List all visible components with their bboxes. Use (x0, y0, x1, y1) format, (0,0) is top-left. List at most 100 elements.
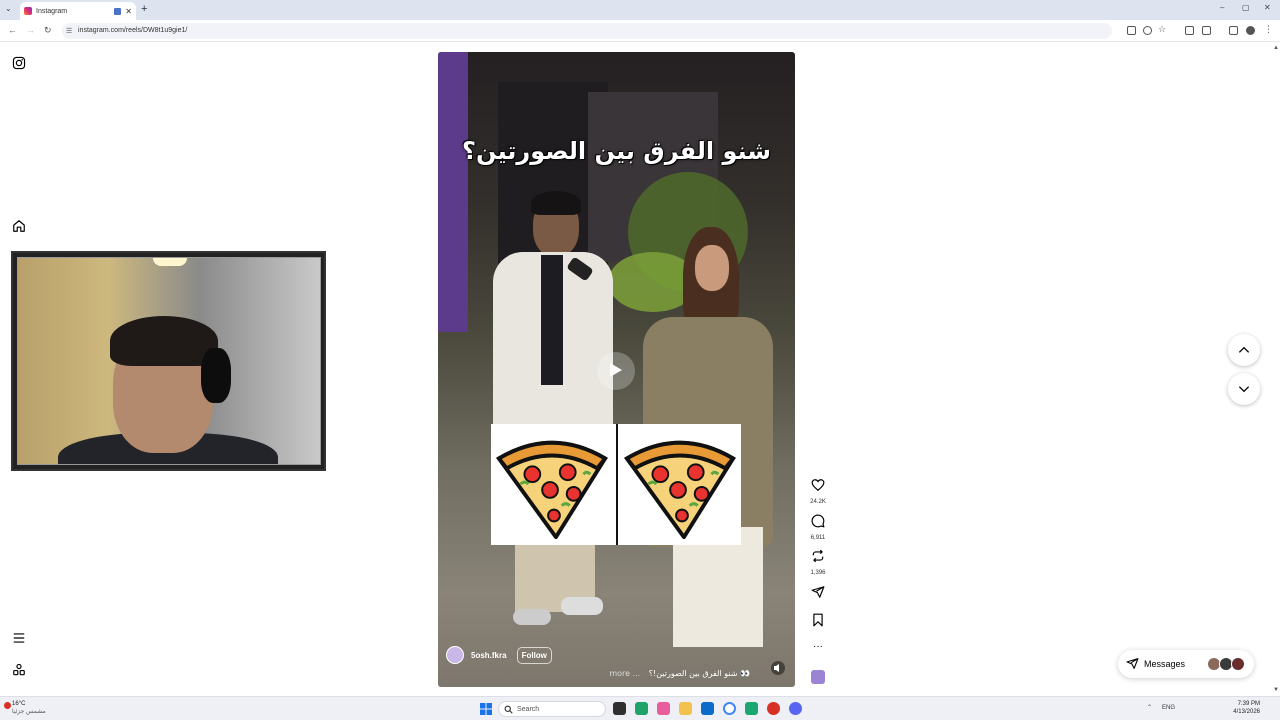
weather-desc: مشمس جزئيا (12, 709, 46, 715)
reel-video[interactable]: شنو الفرق بين الصورتين؟ 5osh.fkra Follow… (438, 52, 795, 687)
next-reel-button[interactable] (1228, 373, 1260, 405)
store-icon[interactable] (701, 702, 714, 715)
pizza-divider (616, 424, 618, 545)
install-app-icon[interactable] (1127, 26, 1136, 35)
mute-button[interactable] (771, 661, 785, 675)
play-button[interactable] (597, 352, 635, 390)
webcam-overlay (11, 251, 326, 471)
tab-search-button[interactable]: ⌄ (5, 4, 12, 13)
search-icon (504, 705, 513, 714)
messages-label: Messages (1144, 659, 1186, 669)
share-action[interactable] (809, 585, 827, 604)
extension-icon[interactable] (1185, 26, 1194, 35)
new-tab-button[interactable]: + (141, 3, 147, 15)
message-avatar (1231, 657, 1245, 671)
chrome-icon[interactable] (723, 702, 736, 715)
windows-start-icon[interactable] (480, 703, 492, 715)
man-figure (493, 191, 613, 627)
browser-tab-bar: ⌄ Instagram ✕ + – ▢ ✕ (0, 0, 1280, 20)
app-icon[interactable] (635, 702, 648, 715)
taskbar: 16°C مشمس جزئيا Search ⌃ ENG 7:39 PM 4/1… (0, 696, 1280, 720)
clock-date: 4/13/2026 (1233, 709, 1260, 715)
messages-icon (1126, 658, 1139, 669)
system-tray[interactable]: ⌃ ENG (1147, 704, 1175, 711)
url-text: instagram.com/reels/DW8t1u9gie1/ (78, 27, 188, 34)
language-indicator[interactable]: ENG (1162, 705, 1175, 711)
like-count: 24.2K (810, 499, 826, 505)
extensions-icon[interactable] (1202, 26, 1211, 35)
reel-author: 5osh.fkra Follow (446, 645, 552, 665)
forward-button[interactable]: → (26, 25, 35, 35)
app-icon[interactable] (745, 702, 758, 715)
grid-icon[interactable] (12, 663, 26, 677)
scrollbar-down-arrow[interactable]: ▼ (1273, 687, 1279, 693)
minimize-button[interactable]: – (1220, 3, 1224, 12)
chevron-down-icon (1238, 386, 1250, 393)
tab-close-button[interactable]: ✕ (125, 7, 132, 16)
tray-overflow-icon[interactable]: ⌃ (1147, 705, 1152, 711)
menu-icon[interactable] (12, 631, 26, 645)
profile-avatar[interactable] (1246, 26, 1255, 35)
weather-temp: 16°C (12, 701, 26, 707)
tab-instagram[interactable]: Instagram ✕ (20, 2, 136, 20)
app-icon[interactable] (657, 702, 670, 715)
comment-icon[interactable] (811, 514, 825, 528)
bookmark-icon[interactable] (811, 613, 825, 627)
reel-caption[interactable]: more ... شنو الفرق بين الصورتين!؟ 👀 (609, 669, 750, 678)
tab-title: Instagram (36, 7, 68, 15)
headphones (201, 348, 231, 403)
author-avatar[interactable] (446, 646, 464, 664)
chevron-up-icon (1238, 346, 1250, 353)
address-bar-row: ← → ↻ ☰ instagram.com/reels/DW8t1u9gie1/… (0, 20, 1280, 42)
comment-count: 6,911 (810, 535, 826, 541)
close-window-button[interactable]: ✕ (1264, 3, 1271, 12)
purple-light (438, 52, 468, 332)
author-name[interactable]: 5osh.fkra (471, 651, 507, 660)
ceiling-light (153, 258, 187, 266)
reload-button[interactable]: ↻ (44, 25, 52, 36)
scrollbar-up-arrow[interactable]: ▲ (1273, 45, 1279, 51)
instagram-icon[interactable] (12, 56, 26, 70)
caption-more-link[interactable]: more ... (609, 669, 640, 678)
repost-count: 1,396 (810, 570, 826, 576)
bookmark-star-icon[interactable]: ☆ (1158, 24, 1166, 35)
browser-menu-icon[interactable]: ⋮ (1264, 24, 1273, 35)
repost-icon[interactable] (811, 549, 825, 563)
maximize-button[interactable]: ▢ (1242, 3, 1250, 12)
more-icon[interactable]: ··· (809, 641, 827, 652)
url-input[interactable]: ☰ instagram.com/reels/DW8t1u9gie1/ (62, 23, 1112, 39)
prev-reel-button[interactable] (1228, 334, 1260, 366)
clock[interactable]: 7:39 PM 4/13/2026 (1228, 700, 1260, 716)
discord-icon[interactable] (789, 702, 802, 715)
caption-text: شنو الفرق بين الصورتين!؟ 👀 (648, 669, 750, 678)
tab-audio-icon[interactable] (114, 7, 122, 15)
search-placeholder: Search (517, 706, 540, 713)
weather-icon[interactable] (4, 702, 11, 709)
pizza-left (495, 440, 609, 540)
pizza-comparison-panel (491, 424, 741, 545)
home-icon[interactable] (12, 219, 26, 233)
follow-button[interactable]: Follow (516, 646, 552, 664)
reel-title: شنو الفرق بين الصورتين؟ (462, 137, 771, 165)
weather-widget[interactable]: 16°C مشمس جزئيا (12, 700, 46, 716)
taskbar-search[interactable]: Search (498, 701, 606, 717)
save-action[interactable] (809, 613, 827, 632)
app-icon[interactable] (767, 702, 780, 715)
clock-time: 7:39 PM (1237, 701, 1260, 707)
messages-button[interactable]: Messages (1118, 650, 1254, 678)
zoom-icon[interactable] (1143, 26, 1152, 35)
task-view-icon[interactable] (613, 702, 626, 715)
repost-action[interactable]: 1,396 (809, 549, 827, 576)
like-action[interactable]: 24.2K (809, 478, 827, 505)
audio-thumbnail[interactable] (811, 670, 825, 684)
file-explorer-icon[interactable] (679, 702, 692, 715)
profile-manager-icon[interactable] (1229, 26, 1238, 35)
webcam-video (17, 257, 321, 465)
comment-action[interactable]: 6,911 (809, 514, 827, 541)
heart-icon[interactable] (811, 478, 825, 492)
play-icon (610, 363, 622, 377)
share-icon[interactable] (811, 585, 825, 599)
pizza-right (623, 440, 737, 540)
site-info-icon[interactable]: ☰ (66, 27, 72, 35)
back-button[interactable]: ← (8, 25, 17, 35)
